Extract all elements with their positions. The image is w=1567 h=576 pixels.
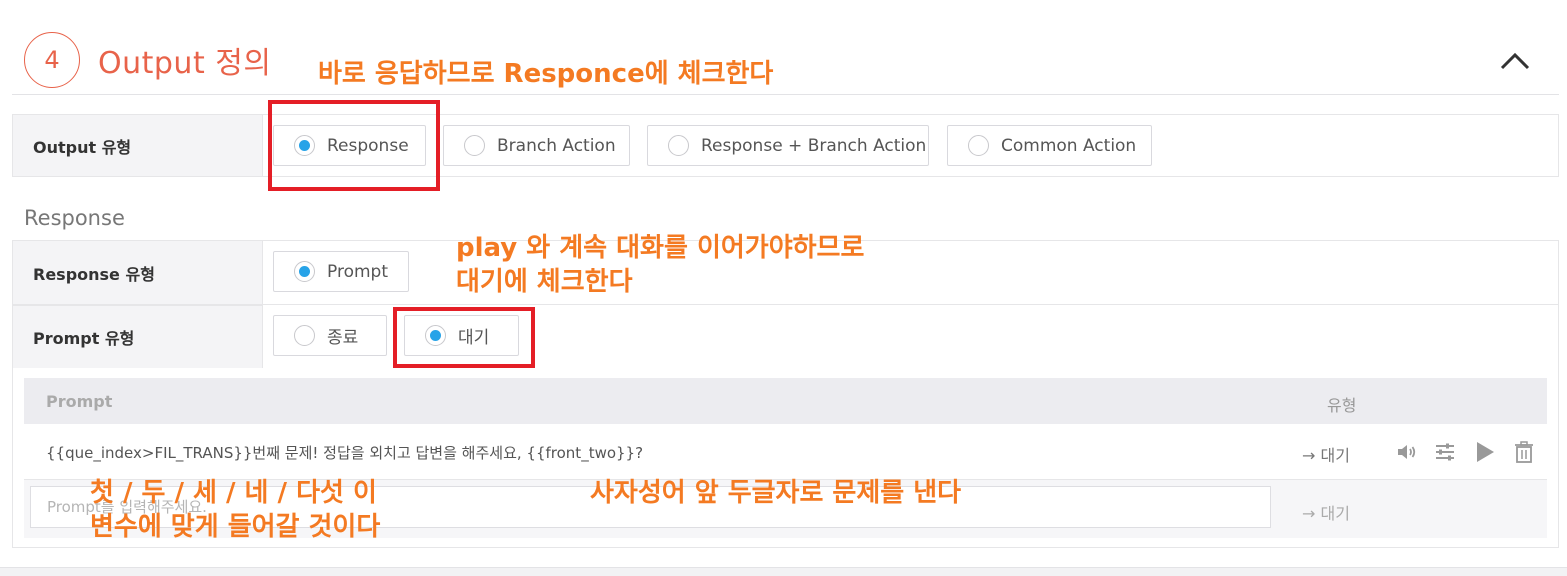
- radio-response-branch-action-label: Response + Branch Action: [701, 135, 927, 156]
- radio-common-action[interactable]: Common Action: [947, 125, 1152, 166]
- speaker-icon[interactable]: [1395, 440, 1419, 464]
- type-column-header: 유형: [1327, 396, 1357, 415]
- response-subtitle: Response: [24, 206, 125, 230]
- prompt-text: {{que_index>FIL_TRANS}}번째 문제! 정답을 외치고 답변…: [46, 444, 644, 462]
- prompt-column-header: Prompt: [46, 392, 113, 411]
- table-header: Prompt 유형: [24, 378, 1547, 424]
- radio-selected-icon: [294, 261, 315, 282]
- annotation-wait-line1: play 와 계속 대화를 이어가야하므로: [456, 233, 865, 263]
- section-title: Output 정의: [98, 46, 272, 81]
- annotation-variable-line1: 첫 / 두 / 세 / 네 / 다섯 이: [90, 478, 377, 508]
- new-prompt-type-value: → 대기: [1302, 504, 1350, 523]
- radio-end-label: 종료: [327, 328, 359, 348]
- table-row[interactable]: {{que_index>FIL_TRANS}}번째 문제! 정답을 외치고 답변…: [24, 424, 1547, 480]
- annotation-idiom: 사자성어 앞 두글자로 문제를 낸다: [590, 478, 962, 508]
- radio-prompt-label: Prompt: [327, 261, 388, 282]
- radio-selected-icon: [294, 135, 315, 156]
- radio-unselected-icon: [668, 135, 689, 156]
- annotation-response: 바로 응답하므로 Responce에 체크한다: [318, 59, 774, 89]
- output-type-label: Output 유형: [13, 115, 263, 176]
- radio-wait-label: 대기: [458, 328, 490, 348]
- radio-prompt[interactable]: Prompt: [273, 251, 409, 292]
- radio-response-label: Response: [327, 135, 409, 156]
- radio-response[interactable]: Response: [273, 125, 426, 166]
- radio-response-branch-action[interactable]: Response + Branch Action: [647, 125, 929, 166]
- radio-branch-action-label: Branch Action: [497, 135, 616, 156]
- sliders-icon[interactable]: [1433, 440, 1457, 464]
- trash-icon[interactable]: [1512, 440, 1536, 464]
- play-icon[interactable]: [1473, 440, 1497, 464]
- annotation-variable-line2: 변수에 맞게 들어갈 것이다: [90, 512, 381, 542]
- prompt-type-label: Prompt 유형: [13, 305, 263, 368]
- chevron-up-icon[interactable]: [1500, 50, 1530, 72]
- radio-common-action-label: Common Action: [1001, 135, 1137, 156]
- radio-selected-icon: [425, 325, 446, 346]
- annotation-wait-line2: 대기에 체크한다: [456, 267, 633, 297]
- radio-wait[interactable]: 대기: [404, 315, 519, 356]
- radio-unselected-icon: [968, 135, 989, 156]
- step-number-badge: 4: [24, 32, 80, 88]
- radio-branch-action[interactable]: Branch Action: [443, 125, 630, 166]
- radio-unselected-icon: [294, 325, 315, 346]
- divider: [12, 94, 1559, 95]
- divider: [12, 304, 1559, 305]
- prompt-type-value: → 대기: [1302, 446, 1350, 465]
- response-type-label: Response 유형: [13, 241, 263, 305]
- radio-end[interactable]: 종료: [273, 315, 387, 356]
- radio-unselected-icon: [464, 135, 485, 156]
